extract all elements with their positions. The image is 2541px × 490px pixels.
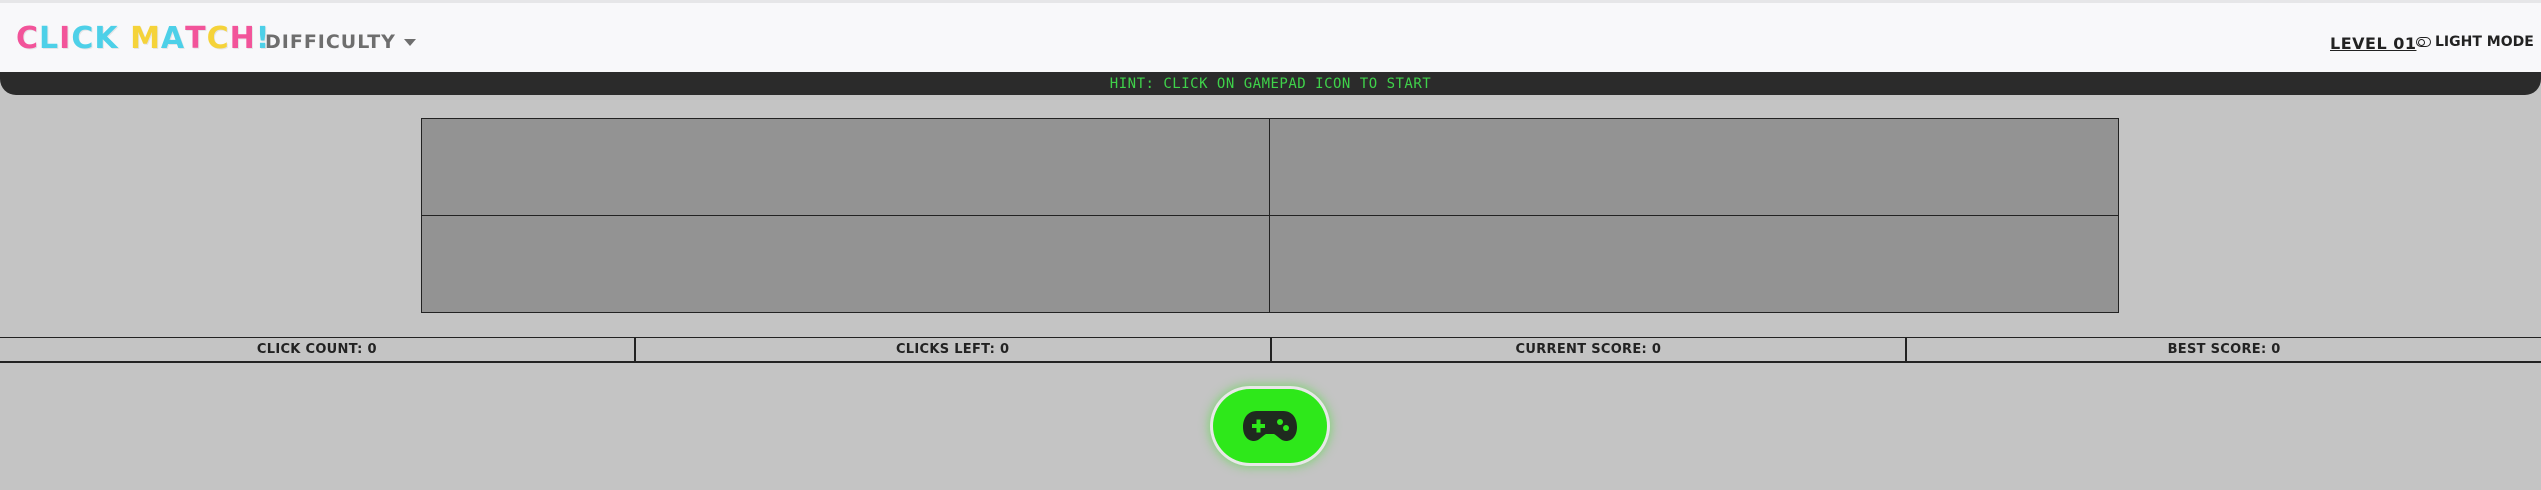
current-score-stat: CURRENT SCORE: 0 (1269, 337, 1906, 363)
logo-letter: L (39, 21, 60, 56)
logo-letter: A (160, 21, 186, 56)
hint-bar: HINT: CLICK ON GAMEPAD ICON TO START (0, 72, 2541, 95)
theme-toggle-label: LIGHT MODE (2435, 34, 2534, 50)
best-score-stat: BEST SCORE: 0 (1905, 337, 2541, 363)
header-bar: CLICK MATCH! DIFFICULTY LEVEL 01 LIGHT M… (0, 0, 2541, 72)
logo-letter: M (130, 21, 161, 56)
tile-bottom-right[interactable] (1270, 215, 2118, 312)
game-board (421, 118, 2119, 313)
logo-letter: T (185, 21, 207, 56)
hint-text: HINT: CLICK ON GAMEPAD ICON TO START (1109, 75, 1432, 92)
tile-top-left[interactable] (422, 119, 1270, 216)
gamepad-icon (1243, 411, 1297, 441)
logo-letter: K (94, 21, 119, 56)
start-game-button[interactable] (1213, 389, 1327, 463)
tile-top-right[interactable] (1270, 119, 2118, 216)
logo-letter: C (206, 21, 230, 56)
toggle-icon (2416, 37, 2431, 47)
logo-letter: C (71, 21, 95, 56)
theme-toggle[interactable]: LIGHT MODE (2416, 34, 2534, 50)
difficulty-dropdown[interactable]: DIFFICULTY (265, 31, 416, 53)
logo-letter (119, 21, 130, 56)
stats-bar: CLICK COUNT: 0 CLICKS LEFT: 0 CURRENT SC… (0, 337, 2541, 363)
level-indicator[interactable]: LEVEL 01 (2330, 34, 2416, 53)
logo-letter: I (59, 21, 72, 56)
click-count-stat: CLICK COUNT: 0 (0, 337, 634, 363)
logo-letter: H (229, 21, 256, 56)
logo-letter: C (16, 21, 40, 56)
game-logo: CLICK MATCH! (16, 21, 270, 56)
clicks-left-stat: CLICKS LEFT: 0 (633, 337, 1270, 363)
caret-down-icon (403, 39, 416, 46)
difficulty-label: DIFFICULTY (265, 31, 396, 53)
tile-bottom-left[interactable] (422, 215, 1270, 312)
